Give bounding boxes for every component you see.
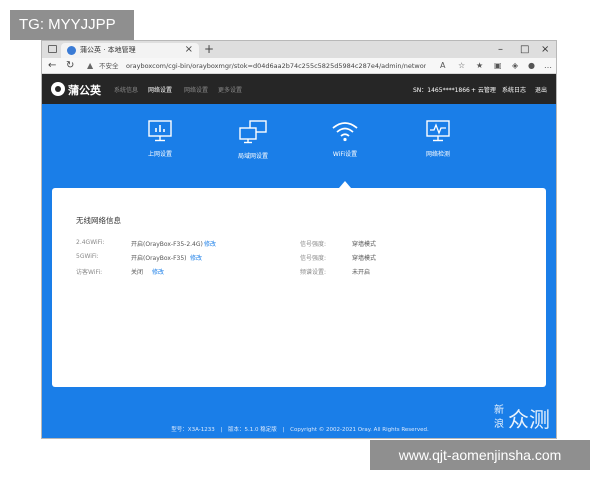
address-toolbar: ← ↻ ▲ 不安全 orayboxcom/cgi-bin/orayboxmgr/… [42, 58, 556, 74]
maximize-icon[interactable]: □ [520, 43, 529, 56]
close-tab-icon[interactable]: × [185, 43, 193, 57]
nav-system-info[interactable]: 系统信息 [114, 85, 138, 94]
tab-actions-icon[interactable] [48, 45, 57, 53]
spectrum-setting-value: 未开启 [352, 269, 371, 276]
category-lan-settings[interactable]: 局域网设置 [213, 120, 293, 160]
category-wifi-settings[interactable]: WiFi设置 [305, 120, 385, 158]
collections-icon[interactable]: ▣ [494, 60, 502, 72]
favorites-icon[interactable]: ★ [476, 60, 483, 72]
footer-separator: | [282, 427, 285, 433]
wifi-24g-edit-link[interactable]: 修改 [204, 239, 216, 248]
new-tab-icon[interactable]: + [204, 42, 214, 56]
footer-copyright: Copyright © 2002-2021 Oray. All Rights R… [290, 427, 429, 433]
tab-title: 蒲公英 · 本地管理 [80, 46, 136, 54]
more-menu-icon[interactable]: … [544, 60, 552, 72]
browser-window: 蒲公英 · 本地管理 × + – □ × ← ↻ ▲ 不安全 orayboxco… [41, 40, 557, 439]
minimize-icon[interactable]: – [498, 43, 503, 56]
sina-watermark-top: 新 [494, 405, 504, 416]
sina-watermark: 新 浪 众测 [494, 404, 554, 436]
url-text: orayboxcom/cgi-bin/orayboxmgr/stok=d04d6… [126, 62, 426, 70]
guest-wifi-label: 访客WiFi: [76, 269, 103, 276]
serial-number: SN：1465****1866 [413, 87, 470, 94]
wifi-24g-value: 开启(OrayBox-F35-2.4G) [131, 241, 203, 248]
spectrum-setting-label: 频谱设置: [300, 269, 327, 276]
refresh-icon[interactable]: ↻ [66, 59, 74, 73]
wifi-5g-value: 开启(OrayBox-F35) [131, 255, 187, 262]
card-title: 无线网络信息 [76, 216, 121, 225]
signal-strength-5g-value: 穿墙模式 [352, 255, 377, 262]
browser-tab[interactable]: 蒲公英 · 本地管理 × [61, 43, 199, 58]
wifi-icon [332, 122, 358, 142]
logo-icon [51, 82, 65, 96]
lan-monitors-icon [239, 120, 267, 144]
main-area: 上网设置 局域网设置 WiFi设置 网络检测 无线网络信息 2.4GWiFi: … [42, 104, 556, 438]
signal-strength-24g-label: 信号强度: [300, 241, 327, 248]
guest-wifi-edit-link[interactable]: 修改 [152, 267, 164, 276]
watermark-top-left: TG: MYYJJPP [10, 10, 134, 40]
system-logs-link[interactable]: 系统日志 [502, 85, 526, 94]
wifi-5g-edit-link[interactable]: 修改 [190, 253, 202, 262]
category-label: 局域网设置 [237, 153, 268, 160]
footer-version: 版本：5.1.0 稳定版 [228, 427, 277, 433]
address-bar[interactable]: ▲ 不安全 orayboxcom/cgi-bin/orayboxmgr/stok… [84, 60, 474, 72]
nav-network-settings-2[interactable]: 网络设置 [184, 85, 208, 94]
monitor-chart-icon [148, 120, 172, 142]
nav-network-settings[interactable]: 网络设置 [148, 85, 172, 94]
wifi-info-card: 无线网络信息 2.4GWiFi: 开启(OrayBox-F35-2.4G) 修改… [52, 188, 546, 387]
favicon-icon [67, 46, 76, 55]
network-monitor-icon [426, 120, 450, 142]
category-label: WiFi设置 [332, 151, 358, 158]
extensions-icon[interactable]: ◈ [512, 60, 518, 72]
sina-watermark-main: 众测 [508, 408, 550, 432]
footer-model: 型号：X3A-1233 [171, 427, 215, 433]
watermark-bottom-right: www.qjt-aomenjinsha.com [370, 440, 590, 470]
tab-bar: 蒲公英 · 本地管理 × + – □ × [42, 41, 556, 58]
category-network-detection[interactable]: 网络检测 [398, 120, 478, 158]
close-window-icon[interactable]: × [541, 43, 549, 56]
category-internet-settings[interactable]: 上网设置 [120, 120, 200, 158]
signal-strength-24g-value: 穿墙模式 [352, 241, 377, 248]
category-label: 上网设置 [147, 151, 172, 158]
footer: 型号：X3A-1233 | 版本：5.1.0 稳定版 | Copyright ©… [42, 425, 556, 433]
brand-name: 蒲公英 [68, 84, 101, 97]
screenshot-page: TG: MYYJJPP www.qjt-aomenjinsha.com 蒲公英 … [0, 0, 600, 480]
star-icon[interactable]: ☆ [458, 60, 465, 72]
signal-strength-5g-label: 信号强度: [300, 255, 327, 262]
nav-more-settings[interactable]: 更多设置 [218, 85, 242, 94]
active-category-pointer [339, 181, 351, 188]
warning-icon: ▲ [87, 61, 94, 70]
app-header: 蒲公英 系统信息 网络设置 网络设置 更多设置 SN：1465****1866 … [42, 74, 556, 104]
guest-wifi-value: 关闭 [131, 269, 144, 276]
cloud-management-link[interactable]: + 云管理 [471, 85, 496, 94]
profile-icon[interactable]: ● [528, 60, 535, 72]
back-icon[interactable]: ← [48, 59, 56, 73]
sina-watermark-bottom: 浪 [494, 419, 504, 430]
logout-link[interactable]: 退出 [535, 85, 547, 94]
footer-separator: | [220, 427, 223, 433]
wifi-5g-label: 5GWiFi: [76, 253, 99, 260]
read-aloud-icon[interactable]: A [440, 60, 445, 72]
wifi-24g-label: 2.4GWiFi: [76, 239, 105, 246]
category-label: 网络检测 [425, 151, 450, 158]
security-label: 不安全 [99, 62, 119, 70]
